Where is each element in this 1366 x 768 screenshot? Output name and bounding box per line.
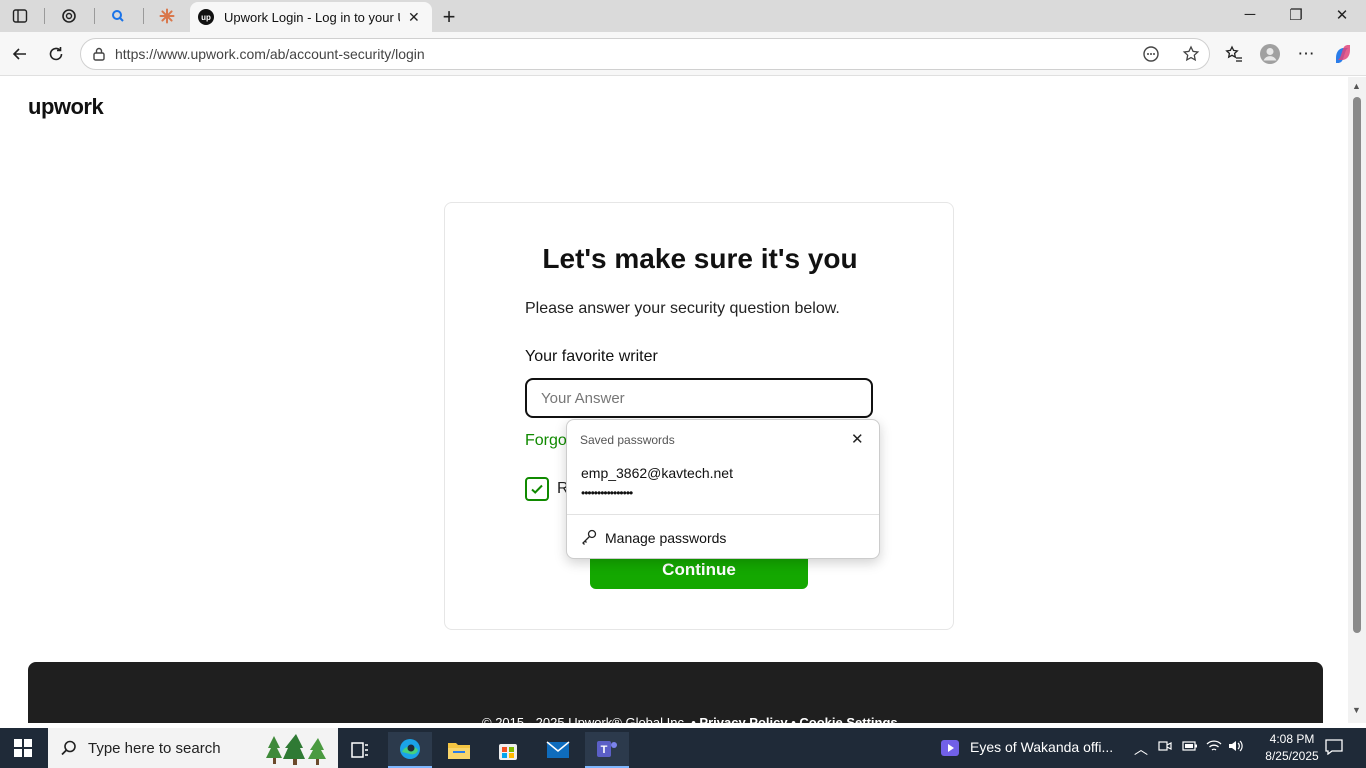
close-tab-icon[interactable]: ✕ xyxy=(408,9,420,26)
close-icon[interactable]: ✕ xyxy=(851,430,864,448)
page-footer: © 2015 - 2025 Upwork® Global Inc. • Priv… xyxy=(28,662,1323,723)
store-icon[interactable] xyxy=(486,732,530,768)
instruction-text: Please answer your security question bel… xyxy=(525,300,840,317)
tab-strip: up Upwork Login - Log in to your Upwork … xyxy=(0,0,1366,32)
mail-icon[interactable] xyxy=(536,732,580,768)
notification-icon[interactable] xyxy=(1325,739,1343,758)
explorer-icon[interactable] xyxy=(437,732,481,768)
saved-passwords-popup: Saved passwords ✕ emp_3862@kavtech.net •… xyxy=(566,419,880,559)
svg-text:T: T xyxy=(601,744,608,756)
media-player-icon[interactable] xyxy=(940,739,960,757)
clock-time: 4:08 PM xyxy=(1269,732,1315,746)
windows-taskbar: Type here to search T Eyes of Wakanda of… xyxy=(0,728,1366,768)
collections-icon[interactable] xyxy=(1222,42,1246,66)
tab-separator xyxy=(94,8,95,24)
privacy-policy-link[interactable]: Privacy Policy xyxy=(699,715,787,723)
browser-toolbar: https://www.upwork.com/ab/account-securi… xyxy=(0,32,1366,76)
scroll-up-icon[interactable]: ▲ xyxy=(1352,81,1361,91)
copyright-text: © 2015 - 2025 Upwork® Global Inc. xyxy=(482,715,688,723)
media-title[interactable]: Eyes of Wakanda offi... xyxy=(970,739,1113,755)
search-placeholder: Type here to search xyxy=(88,740,221,757)
forgot-answer-link[interactable]: Forgo xyxy=(525,432,567,450)
security-answer-input[interactable] xyxy=(525,378,873,418)
openai-icon[interactable] xyxy=(57,6,81,26)
reading-icon[interactable] xyxy=(1139,42,1163,66)
restore-icon[interactable]: ❐ xyxy=(1286,6,1306,24)
checkmark-icon xyxy=(531,484,543,494)
back-icon[interactable] xyxy=(8,42,32,66)
clock-date: 8/25/2025 xyxy=(1265,749,1319,763)
manage-passwords-link[interactable]: Manage passwords xyxy=(605,530,726,546)
system-clock[interactable]: 4:08 PM 8/25/2025 xyxy=(1262,731,1322,765)
volume-icon[interactable] xyxy=(1228,739,1244,756)
taskbar-search[interactable]: Type here to search xyxy=(48,728,338,768)
trees-icon xyxy=(266,734,326,765)
teams-icon[interactable]: T xyxy=(585,732,629,768)
page-scrollbar[interactable]: ▲ ▼ xyxy=(1348,77,1366,723)
windows-icon[interactable] xyxy=(14,739,32,757)
upwork-favicon: up xyxy=(198,9,214,25)
footer-separator: • xyxy=(791,715,796,723)
page-content: upwork Let's make sure it's you Please a… xyxy=(0,77,1348,723)
url-text: https://www.upwork.com/ab/account-securi… xyxy=(115,46,425,62)
address-bar[interactable]: https://www.upwork.com/ab/account-securi… xyxy=(80,38,1210,70)
profile-icon[interactable] xyxy=(1258,42,1282,66)
refresh-icon[interactable] xyxy=(44,42,68,66)
footer-separator: • xyxy=(691,715,696,723)
tab-upwork-login[interactable]: up Upwork Login - Log in to your Upwork … xyxy=(190,2,432,32)
claude-icon[interactable] xyxy=(155,6,179,26)
key-icon xyxy=(582,529,597,545)
edge-icon[interactable] xyxy=(388,732,432,768)
copilot-icon[interactable] xyxy=(1331,42,1355,66)
scroll-thumb[interactable] xyxy=(1353,97,1361,633)
favorite-icon[interactable] xyxy=(1179,42,1203,66)
security-question-label: Your favorite writer xyxy=(525,348,658,365)
sidebar-icon[interactable] xyxy=(8,6,32,26)
new-tab-button[interactable]: + xyxy=(438,4,460,30)
tab-title: Upwork Login - Log in to your Upwork acc… xyxy=(224,9,400,25)
close-window-icon[interactable]: ✕ xyxy=(1332,6,1352,24)
saved-username[interactable]: emp_3862@kavtech.net xyxy=(581,465,733,481)
task-view-icon[interactable] xyxy=(338,732,382,768)
search-icon xyxy=(61,740,76,756)
battery-icon[interactable] xyxy=(1182,739,1198,755)
wifi-icon[interactable] xyxy=(1206,739,1222,756)
page-title: Let's make sure it's you xyxy=(542,243,858,274)
security-question-card: Let's make sure it's you Please answer y… xyxy=(444,202,954,630)
remember-checkbox[interactable] xyxy=(525,477,549,501)
cookie-settings-link[interactable]: Cookie Settings xyxy=(799,715,897,723)
meet-now-icon[interactable] xyxy=(1158,739,1172,756)
upwork-logo[interactable]: upwork xyxy=(28,94,104,120)
chevron-up-icon[interactable]: ︿ xyxy=(1134,739,1148,759)
search-icon[interactable] xyxy=(106,6,130,26)
more-icon[interactable]: ⋯ xyxy=(1294,42,1318,66)
popup-title: Saved passwords xyxy=(580,433,675,447)
tab-separator xyxy=(143,8,144,24)
tab-separator xyxy=(44,8,45,24)
footer-links: © 2015 - 2025 Upwork® Global Inc. • Priv… xyxy=(482,715,898,723)
minimize-icon[interactable]: ─ xyxy=(1240,6,1260,23)
scroll-down-icon[interactable]: ▼ xyxy=(1352,705,1361,715)
divider xyxy=(567,514,879,515)
saved-password-mask[interactable]: •••••••••••••••• xyxy=(581,486,633,500)
lock-icon[interactable] xyxy=(91,46,107,62)
